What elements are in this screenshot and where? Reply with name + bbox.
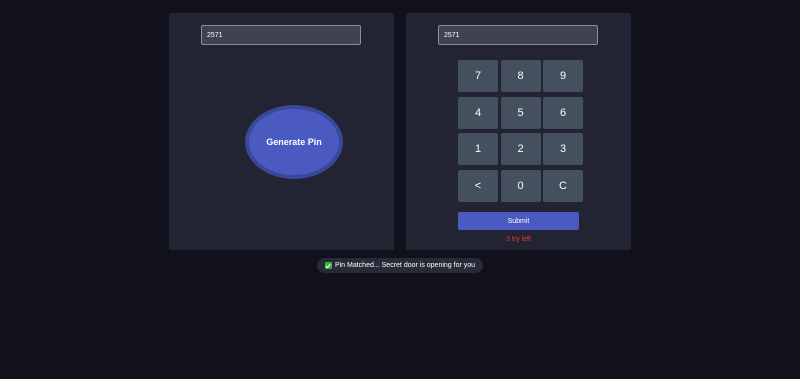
key-7[interactable]: 7 [458,60,498,92]
pin-generator-panel: Generate Pin [169,13,394,250]
key-5[interactable]: 5 [500,96,541,129]
key-2[interactable]: 2 [500,133,541,165]
backspace-key[interactable]: < [458,169,498,202]
generate-pin-button[interactable]: Generate Pin [245,105,343,179]
key-3[interactable]: 3 [543,133,583,165]
check-icon [324,262,332,269]
pin-matcher-panel: 7 8 9 4 5 6 1 2 3 < 0 C Submit 3 try lef… [406,13,631,250]
typed-pin-field[interactable] [438,25,598,45]
submit-label: Submit [507,217,530,225]
key-0[interactable]: 0 [500,169,541,202]
key-6[interactable]: 6 [543,96,583,129]
match-message: Pin Matched... Secret door is opening fo… [334,262,476,269]
submit-button[interactable]: Submit [458,212,579,230]
key-9[interactable]: 9 [543,60,583,92]
tries-left-text: 3 try left [506,236,531,243]
match-notification: Pin Matched... Secret door is opening fo… [317,258,483,273]
keypad: 7 8 9 4 5 6 1 2 3 < 0 C [458,60,583,202]
key-4[interactable]: 4 [458,96,498,129]
key-8[interactable]: 8 [500,60,541,92]
generated-pin-field[interactable] [201,25,361,45]
clear-key[interactable]: C [543,169,583,202]
key-1[interactable]: 1 [458,133,498,165]
generate-pin-label: Generate Pin [266,137,322,147]
